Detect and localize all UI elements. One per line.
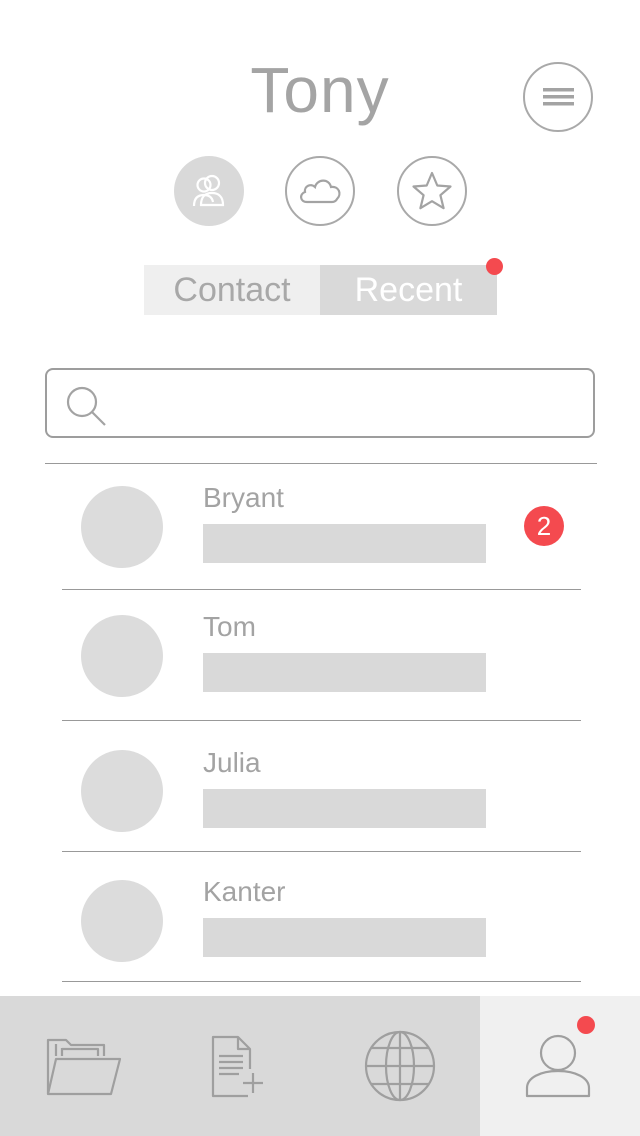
contacts-icon	[192, 174, 225, 207]
new-document-icon	[211, 1035, 263, 1098]
search-icon	[66, 386, 106, 426]
message-preview-placeholder	[203, 653, 486, 692]
profile-notification-dot	[577, 1016, 595, 1034]
contact-name: Bryant	[203, 482, 284, 513]
segmented-control: Contact Recent	[144, 265, 497, 315]
contact-name: Julia	[203, 747, 261, 778]
tab-contact[interactable]: Contact	[144, 265, 320, 315]
message-preview-placeholder	[203, 524, 486, 563]
user-profile-icon	[525, 1034, 591, 1098]
favorites-button[interactable]	[397, 156, 467, 226]
tab-explore[interactable]	[320, 996, 480, 1136]
unread-badge: 2	[524, 506, 564, 546]
avatar	[81, 750, 163, 832]
contact-name: Tom	[203, 611, 256, 642]
cloud-icon	[300, 179, 341, 204]
search-input[interactable]	[117, 380, 577, 426]
tab-recent[interactable]: Recent	[320, 265, 497, 315]
list-item[interactable]: Kanter	[62, 852, 581, 982]
hamburger-menu-icon	[543, 88, 574, 106]
tab-files[interactable]	[0, 996, 160, 1136]
cloud-button[interactable]	[285, 156, 355, 226]
bottom-tab-bar	[0, 996, 640, 1136]
tab-profile[interactable]	[480, 996, 640, 1136]
contact-name: Kanter	[203, 876, 286, 907]
search-bar	[45, 368, 595, 438]
avatar	[81, 880, 163, 962]
recent-notification-dot	[486, 258, 503, 275]
message-preview-placeholder	[203, 918, 486, 957]
tab-new-document[interactable]	[160, 996, 320, 1136]
folder-icon	[46, 1038, 122, 1096]
message-preview-placeholder	[203, 789, 486, 828]
avatar	[81, 486, 163, 568]
globe-icon	[364, 1030, 436, 1102]
menu-button[interactable]	[523, 62, 593, 132]
list-item[interactable]: Bryant 2	[62, 464, 581, 590]
contacts-button[interactable]	[174, 156, 244, 226]
list-item[interactable]: Tom	[62, 590, 581, 721]
avatar	[81, 615, 163, 697]
list-item[interactable]: Julia	[62, 721, 581, 852]
star-icon	[412, 171, 452, 210]
